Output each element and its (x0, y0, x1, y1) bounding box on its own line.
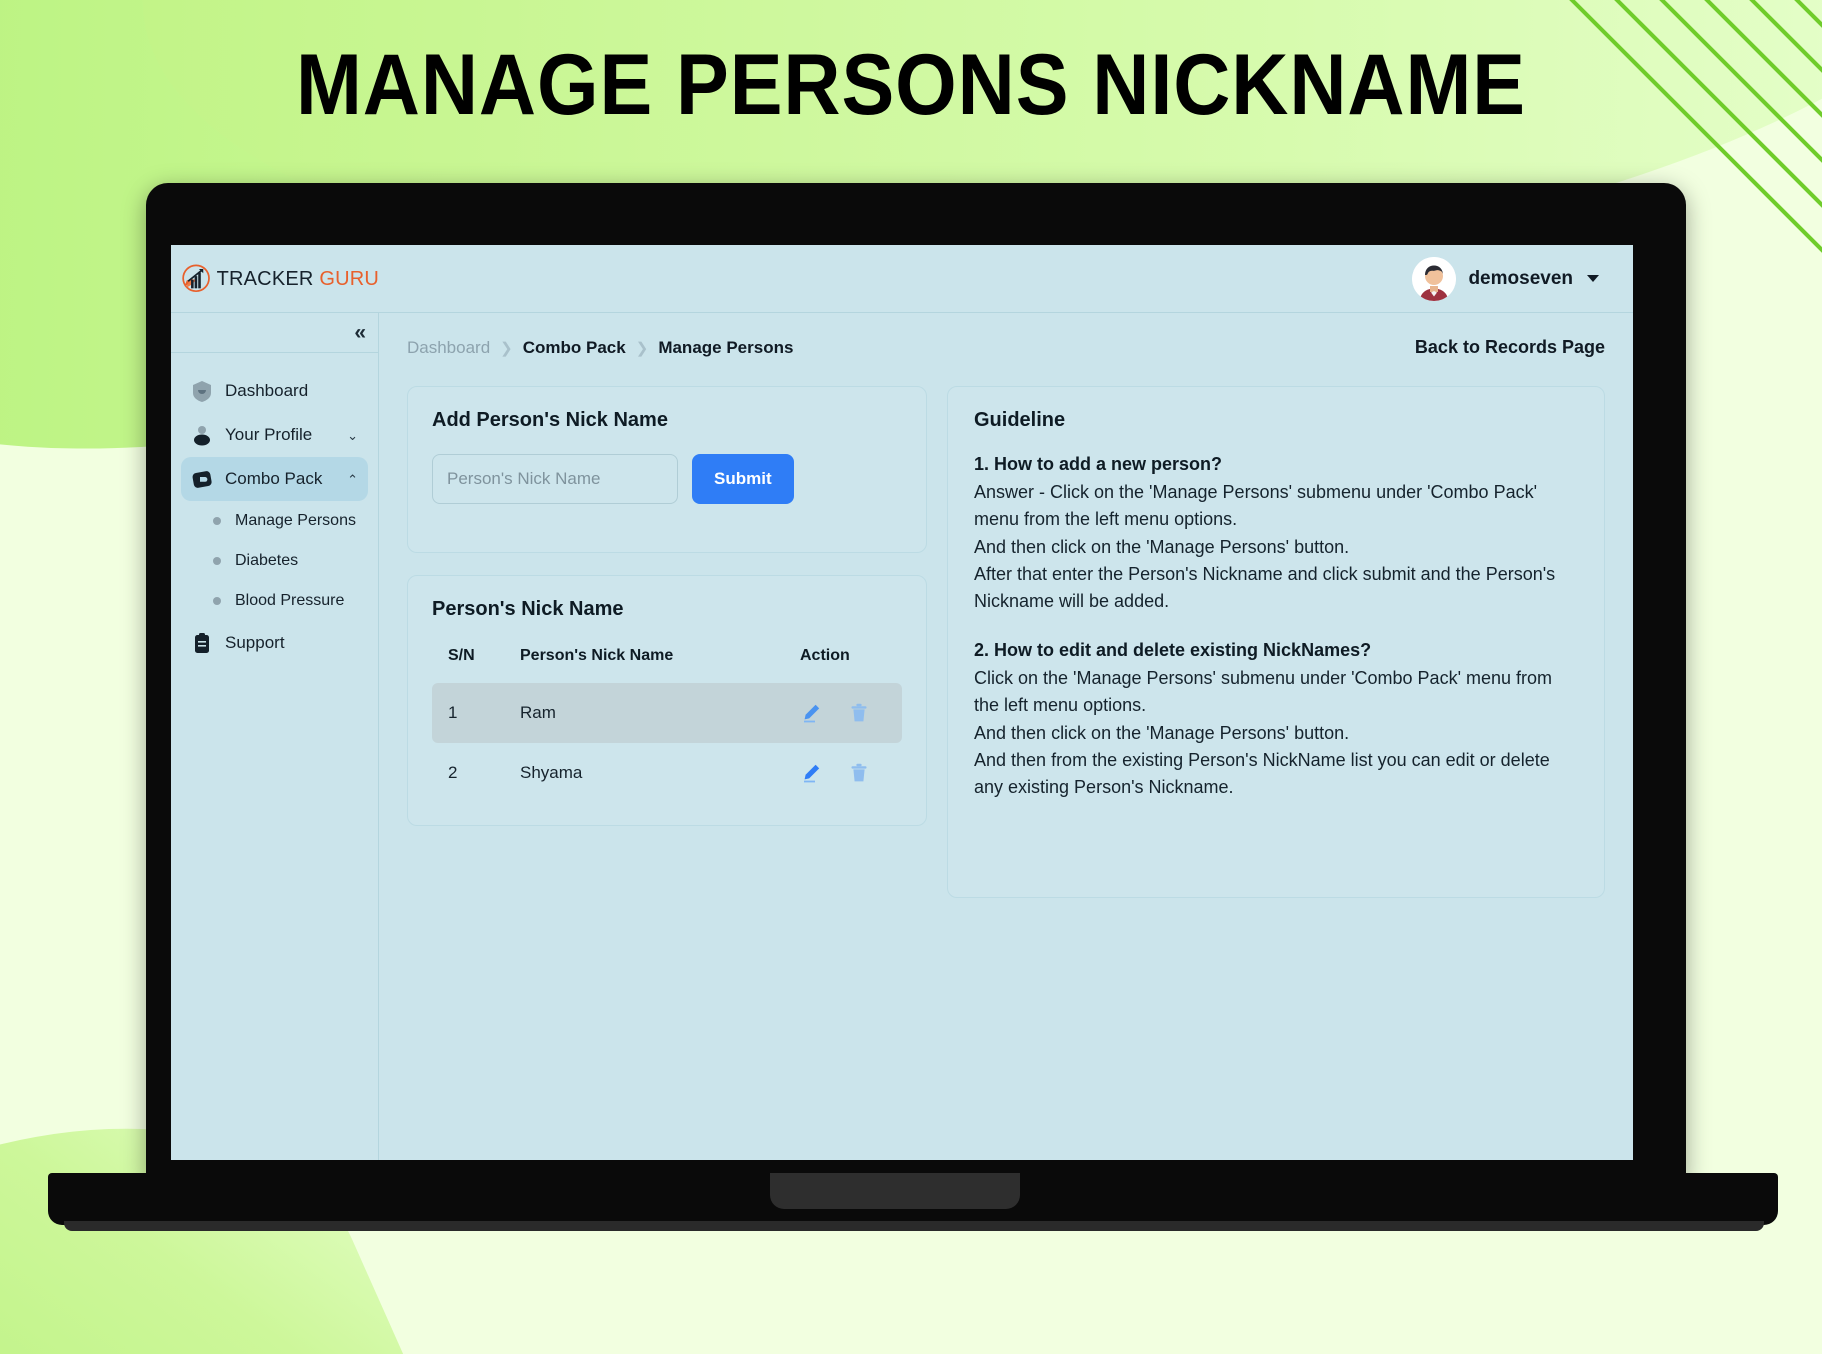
breadcrumb-item-manage-persons[interactable]: Manage Persons (658, 338, 793, 358)
guideline-question: 2. How to edit and delete existing NickN… (974, 639, 1372, 660)
guideline-card: Guideline 1. How to add a new person? An… (947, 386, 1605, 898)
sidebar-item-label: Combo Pack (225, 469, 323, 488)
submit-button[interactable]: Submit (692, 454, 794, 504)
trash-icon[interactable] (848, 702, 870, 724)
package-icon (191, 468, 213, 490)
pencil-icon[interactable] (800, 762, 822, 784)
sidebar-collapse-button[interactable]: « (171, 313, 378, 353)
add-nickname-card: Add Person's Nick Name Submit (407, 386, 927, 553)
cell-action (800, 683, 902, 743)
brand-name-primary: TRACKER (216, 267, 314, 290)
laptop-base-notch (770, 1173, 1020, 1209)
app-body: TRACKER GURU « Dashboard Your Profile ⌄ … (171, 264, 1633, 1160)
chevron-down-icon[interactable] (1587, 275, 1599, 282)
nickname-table: S/N Person's Nick Name Action 1 Ram 2 Sh… (432, 643, 902, 803)
nickname-input[interactable] (432, 454, 678, 504)
guideline-block-1: 1. How to add a new person? Answer - Cli… (974, 454, 1578, 616)
column-header-sn: S/N (448, 647, 475, 664)
column-header-nickname: Person's Nick Name (520, 647, 674, 664)
dashboard-icon (191, 380, 213, 402)
sidebar-item-label: Dashboard (225, 381, 309, 400)
sidebar-subitem-label: Manage Persons (235, 512, 356, 529)
sidebar-item-label: Support (225, 633, 285, 652)
guideline-block-2: 2. How to edit and delete existing NickN… (974, 640, 1578, 802)
left-column: Add Person's Nick Name Submit Person's N… (407, 386, 927, 826)
bullet-icon (213, 557, 221, 565)
right-column: Guideline 1. How to add a new person? An… (947, 386, 1605, 898)
guideline-answer: Answer - Click on the 'Manage Persons' s… (974, 482, 1556, 612)
nickname-list-card: Person's Nick Name S/N Person's Nick Nam… (407, 575, 927, 826)
breadcrumb-item-dashboard[interactable]: Dashboard (407, 338, 490, 358)
cell-action (800, 743, 902, 803)
cell-sn: 1 (432, 683, 520, 743)
laptop-base-lip (64, 1221, 1764, 1231)
laptop-screen: demoseven TRACKER GURU « Dashboard Your … (171, 245, 1633, 1160)
table-row: 2 Shyama (432, 743, 902, 803)
cell-nickname: Ram (520, 683, 800, 743)
cell-sn: 2 (448, 763, 458, 782)
sidebar-subitem-manage-persons[interactable]: Manage Persons (213, 501, 358, 541)
back-to-records-link[interactable]: Back to Records Page (1415, 337, 1605, 358)
sidebar-item-label: Your Profile (225, 425, 313, 444)
breadcrumb-row: Dashboard ❯ Combo Pack ❯ Manage Persons … (407, 337, 1605, 358)
add-nickname-title: Add Person's Nick Name (432, 409, 668, 431)
table-row: 1 Ram (432, 683, 902, 743)
sidebar-subnav-combo-pack: Manage Persons Diabetes Blood Pressure (181, 501, 368, 621)
sidebar-item-dashboard[interactable]: Dashboard (181, 369, 368, 413)
chevrons-left-icon[interactable]: « (354, 322, 366, 343)
clipboard-icon (191, 632, 213, 654)
sidebar-item-support[interactable]: Support (181, 621, 368, 665)
bullet-icon (213, 517, 221, 525)
user-menu[interactable]: demoseven (1412, 256, 1599, 301)
sidebar-subitem-diabetes[interactable]: Diabetes (213, 541, 358, 581)
guideline-answer: Click on the 'Manage Persons' submenu un… (974, 667, 1553, 798)
brand-text: TRACKER GURU (217, 268, 379, 291)
breadcrumb-item-combo-pack[interactable]: Combo Pack (523, 338, 626, 358)
cell-nickname: Shyama (520, 763, 583, 782)
top-bar: demoseven (171, 245, 1633, 313)
bullet-icon (213, 597, 221, 605)
brand-name-secondary: GURU (319, 267, 379, 290)
breadcrumb-separator-icon: ❯ (635, 339, 649, 357)
chart-arrow-logo-icon (182, 264, 210, 293)
sidebar-nav: Dashboard Your Profile ⌄ Combo Pack ⌃ Ma… (171, 369, 378, 665)
sidebar-item-combo-pack[interactable]: Combo Pack ⌃ (181, 457, 368, 501)
table-header-row: S/N Person's Nick Name Action (432, 643, 902, 683)
sidebar: TRACKER GURU « Dashboard Your Profile ⌄ … (171, 264, 379, 1160)
sidebar-subitem-label: Blood Pressure (235, 592, 345, 609)
sidebar-item-your-profile[interactable]: Your Profile ⌄ (181, 413, 368, 457)
trash-icon[interactable] (848, 762, 870, 784)
sidebar-subitem-label: Diabetes (235, 552, 299, 569)
main-content: Dashboard ❯ Combo Pack ❯ Manage Persons … (379, 313, 1633, 1160)
sidebar-subitem-blood-pressure[interactable]: Blood Pressure (213, 581, 358, 621)
laptop-mockup: demoseven TRACKER GURU « Dashboard Your … (48, 183, 1778, 1231)
poster-heading: MANAGE PERSONS NICKNAME (295, 37, 1527, 133)
guideline-question: 1. How to add a new person? (974, 454, 1223, 474)
user-name: demoseven (1468, 267, 1573, 289)
chevron-down-icon[interactable]: ⌄ (347, 429, 358, 442)
content-columns: Add Person's Nick Name Submit Person's N… (407, 386, 1605, 898)
pencil-icon[interactable] (800, 702, 822, 724)
chevron-up-icon[interactable]: ⌃ (347, 473, 358, 486)
add-nickname-form: Submit (432, 454, 902, 530)
column-header-action: Action (800, 647, 850, 664)
breadcrumb-separator-icon: ❯ (500, 339, 513, 357)
brand-logo[interactable]: TRACKER GURU (171, 245, 379, 313)
breadcrumb: Dashboard ❯ Combo Pack ❯ Manage Persons (407, 338, 793, 358)
user-icon (191, 424, 213, 446)
guideline-title: Guideline (974, 409, 1066, 431)
avatar (1412, 256, 1457, 301)
app-window: demoseven TRACKER GURU « Dashboard Your … (171, 245, 1633, 1160)
nickname-list-title: Person's Nick Name (432, 598, 624, 620)
